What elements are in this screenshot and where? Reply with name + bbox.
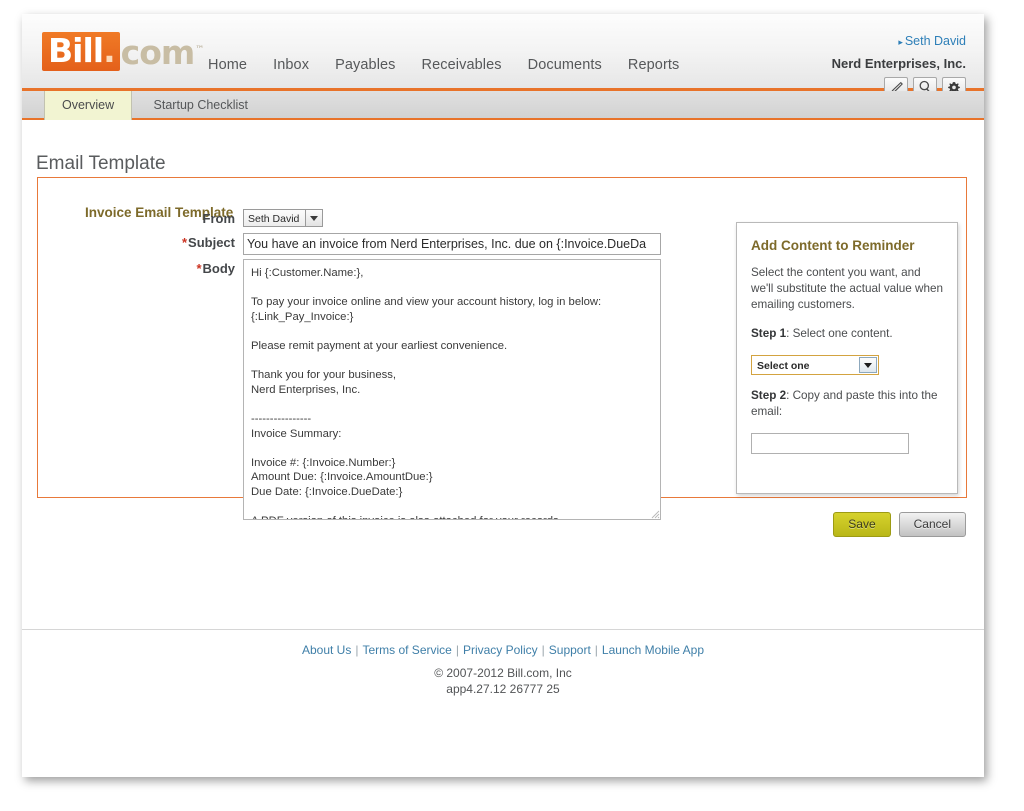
content-select-value: Select one (757, 360, 810, 372)
footer-sep-3: | (541, 643, 545, 657)
from-select-value: Seth David (248, 213, 300, 225)
caret-right-icon: ▸ (898, 37, 903, 47)
logo-trademark: ™ (195, 45, 204, 55)
logo-com-label: com (120, 33, 196, 72)
logo-dot: . (103, 31, 116, 70)
page-footer: About Us | Terms of Service | Privacy Policy… (22, 629, 984, 710)
step-2-text: Step 2: Copy and paste this into the ema… (751, 388, 943, 420)
footer-link-support[interactable]: Support (549, 643, 591, 657)
nav-documents[interactable]: Documents (528, 57, 602, 73)
step-1-label: Step 1 (751, 327, 787, 340)
from-label: From (85, 211, 236, 226)
nav-reports[interactable]: Reports (628, 57, 679, 73)
form-actions: Save Cancel (833, 512, 966, 537)
nav-receivables[interactable]: Receivables (422, 57, 502, 73)
tab-overview[interactable]: Overview (44, 91, 133, 120)
step-1-desc: : Select one content. (786, 327, 893, 340)
subject-input[interactable]: You have an invoice from Nerd Enterprise… (243, 233, 661, 255)
footer-link-terms-of-service[interactable]: Terms of Service (362, 643, 451, 657)
body-label: *Body (85, 261, 235, 276)
footer-link-privacy-policy[interactable]: Privacy Policy (463, 643, 538, 657)
billdotcom-logo[interactable]: Bill. com™ (42, 32, 205, 72)
tab-strip: Overview Startup Checklist (22, 91, 984, 120)
chevron-down-icon (305, 210, 323, 226)
footer-link-launch-mobile-app[interactable]: Launch Mobile App (602, 643, 704, 657)
save-button[interactable]: Save (833, 512, 891, 537)
user-menu-link[interactable]: ▸ Seth David (898, 34, 966, 48)
cancel-button[interactable]: Cancel (898, 512, 966, 537)
email-template-panel: Invoice Email Template From Seth David *… (37, 177, 967, 520)
body-textarea[interactable]: Hi {:Customer.Name:}, To pay your invoic… (243, 259, 661, 520)
from-select[interactable]: Seth David (243, 209, 324, 227)
company-name-label: Nerd Enterprises, Inc. (831, 56, 966, 71)
step-2-label: Step 2 (751, 389, 787, 402)
main-navigation: Home Inbox Payables Receivables Document… (208, 57, 679, 73)
footer-link-about-us[interactable]: About Us (302, 643, 351, 657)
add-content-panel: Add Content to Reminder Select the conte… (736, 222, 958, 494)
content-select[interactable]: Select one (751, 355, 879, 375)
build-version-text: app4.27.12 26777 25 (446, 682, 560, 696)
page-content: Email Template Invoice Email Template Fr… (22, 120, 984, 710)
app-header: Bill. com™ Home Inbox Payables Receivable… (22, 14, 984, 98)
subject-label-text: Subject (188, 235, 235, 250)
nav-payables[interactable]: Payables (335, 57, 395, 73)
body-label-text: Body (202, 261, 236, 276)
body-required-mark: * (196, 261, 202, 276)
paste-token-input[interactable] (751, 433, 909, 454)
logo-bill-mark: Bill. (42, 32, 120, 71)
account-block: ▸ Seth David Nerd Enterprises, Inc. (832, 32, 966, 98)
footer-links: About Us | Terms of Service | Privacy Policy… (22, 643, 984, 657)
logo-com-text: com™ (120, 32, 205, 72)
subject-required-mark: * (181, 235, 188, 250)
chevron-down-icon (859, 357, 877, 373)
add-content-intro: Select the content you want, and we'll s… (751, 266, 943, 311)
step-1-text: Step 1: Select one content. (751, 326, 943, 342)
from-label-text: From (202, 211, 236, 226)
footer-sep-4: | (594, 643, 598, 657)
footer-sep-1: | (355, 643, 359, 657)
page-title: Email Template (36, 152, 166, 174)
nav-inbox[interactable]: Inbox (273, 57, 309, 73)
tab-startup-checklist[interactable]: Startup Checklist (137, 91, 265, 120)
add-content-title: Add Content to Reminder (751, 238, 915, 253)
footer-sep-2: | (455, 643, 459, 657)
subject-label: *Subject (85, 235, 235, 250)
app-window: Bill. com™ Home Inbox Payables Receivable… (22, 14, 984, 777)
user-name-label: Seth David (904, 34, 966, 48)
logo-bill-text: Bill (48, 31, 104, 70)
copyright-text: © 2007-2012 Bill.com, Inc (434, 666, 572, 680)
nav-home[interactable]: Home (208, 57, 247, 73)
